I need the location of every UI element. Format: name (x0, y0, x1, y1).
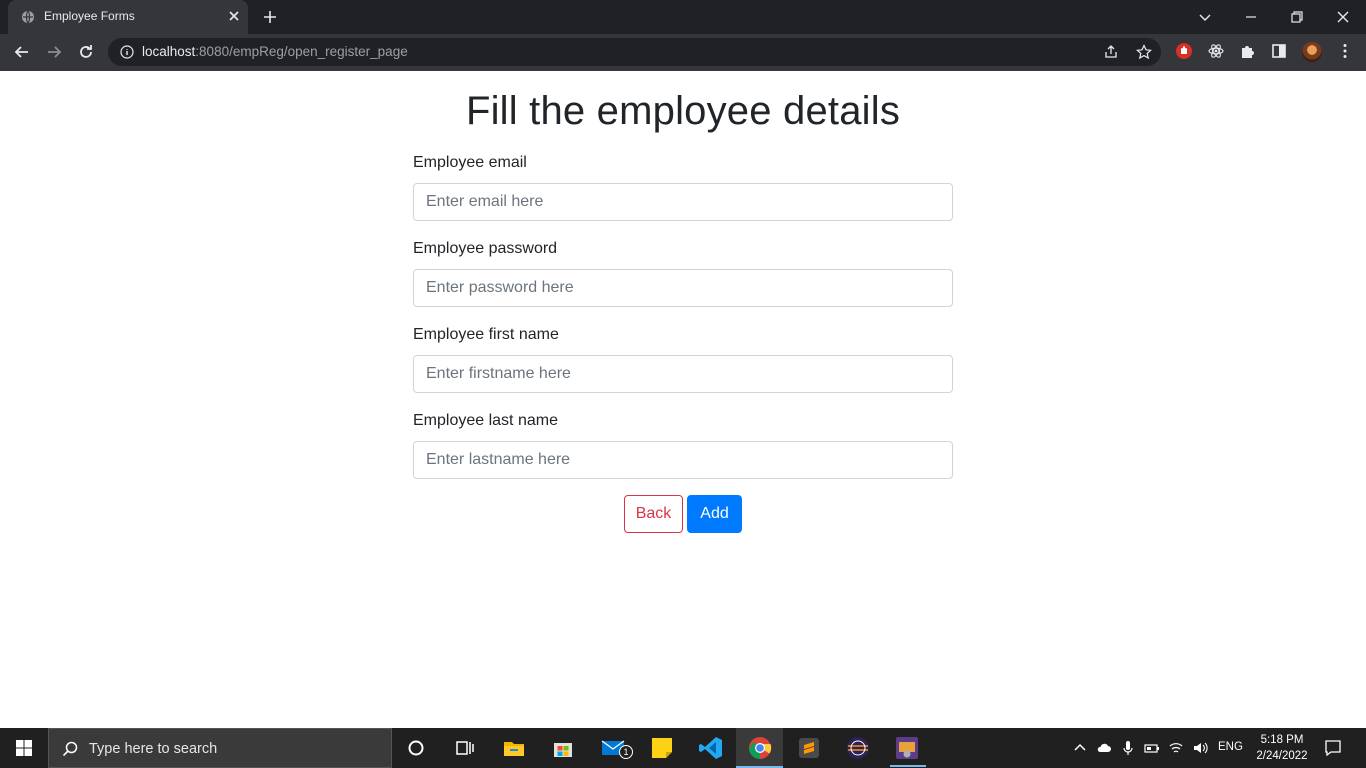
close-icon[interactable] (226, 8, 242, 24)
browser-tab-strip: Employee Forms (0, 0, 1366, 34)
add-button[interactable]: Add (687, 495, 742, 533)
volume-icon[interactable] (1192, 740, 1208, 756)
firstname-label: Employee first name (413, 326, 559, 343)
language-indicator[interactable]: ENG (1218, 741, 1243, 753)
back-button[interactable]: Back (624, 495, 683, 533)
lastname-input[interactable] (413, 441, 953, 479)
lastname-field-group: Employee last name (413, 411, 953, 479)
kebab-menu-icon[interactable] (1336, 42, 1354, 60)
back-arrow-icon[interactable] (12, 42, 32, 62)
eclipse-icon[interactable] (846, 736, 870, 760)
tab-title: Employee Forms (44, 9, 135, 23)
page-content: Fill the employee details Employee email… (0, 71, 1366, 728)
clock-time: 5:18 PM (1260, 734, 1304, 746)
url-path: :8080/empReg/open_register_page (195, 44, 408, 59)
mic-icon[interactable] (1120, 740, 1136, 756)
password-input[interactable] (413, 269, 953, 307)
app-icon[interactable] (895, 736, 919, 760)
address-bar[interactable]: localhost:8080/empReg/open_register_page (108, 38, 1161, 66)
chevron-down-icon[interactable] (1194, 6, 1216, 28)
mail-badge: 1 (619, 745, 633, 759)
star-icon[interactable] (1136, 44, 1152, 60)
store-icon[interactable] (551, 736, 575, 760)
page-title: Fill the employee details (465, 89, 901, 133)
url-text: localhost:8080/empReg/open_register_page (142, 44, 408, 59)
browser-toolbar: localhost:8080/empReg/open_register_page (0, 34, 1366, 71)
sublime-icon[interactable] (797, 736, 821, 760)
vscode-icon[interactable] (699, 736, 723, 760)
plus-icon[interactable] (261, 8, 279, 26)
sidepanel-icon[interactable] (1270, 42, 1288, 60)
chrome-icon[interactable] (748, 736, 772, 760)
clock[interactable]: 5:18 PM 2/24/2022 (1250, 732, 1314, 764)
reload-icon[interactable] (76, 42, 96, 62)
cortana-icon[interactable] (404, 736, 428, 760)
clock-date: 2/24/2022 (1256, 750, 1308, 762)
firstname-input[interactable] (413, 355, 953, 393)
extension-icon[interactable] (1175, 42, 1193, 60)
wifi-icon[interactable] (1168, 740, 1184, 756)
url-host: localhost (142, 44, 196, 59)
taskbar-search[interactable]: Type here to search (48, 728, 392, 768)
browser-tab[interactable]: Employee Forms (8, 0, 248, 34)
taskview-icon[interactable] (452, 736, 476, 760)
email-label: Employee email (413, 154, 527, 171)
search-placeholder: Type here to search (89, 741, 218, 757)
employee-form: Employee email Employee password Employe… (413, 153, 953, 497)
email-input[interactable] (413, 183, 953, 221)
email-field-group: Employee email (413, 153, 953, 221)
lastname-label: Employee last name (413, 412, 558, 429)
restore-icon[interactable] (1286, 6, 1308, 28)
react-devtools-icon[interactable] (1207, 42, 1225, 60)
puzzle-icon[interactable] (1239, 42, 1257, 60)
folder-icon[interactable] (502, 736, 526, 760)
password-field-group: Employee password (413, 239, 953, 307)
firstname-field-group: Employee first name (413, 325, 953, 393)
search-icon (62, 741, 78, 757)
notification-icon[interactable] (1324, 739, 1342, 757)
cloud-icon[interactable] (1096, 740, 1112, 756)
share-icon[interactable] (1103, 44, 1119, 60)
minimize-icon[interactable] (1240, 6, 1262, 28)
globe-icon (22, 10, 34, 24)
avatar[interactable] (1302, 42, 1322, 62)
password-label: Employee password (413, 240, 558, 257)
chevron-up-icon[interactable] (1072, 740, 1088, 756)
windows-icon[interactable] (0, 728, 48, 768)
taskbar: Type here to search ENG 5:18 PM 2/24/202… (0, 728, 1366, 768)
forward-arrow-icon[interactable] (44, 42, 64, 62)
open-app-indicator (890, 765, 926, 767)
close-icon[interactable] (1332, 6, 1354, 28)
sticky-notes-icon[interactable] (650, 736, 674, 760)
info-icon[interactable] (120, 45, 134, 59)
battery-icon[interactable] (1144, 740, 1160, 756)
